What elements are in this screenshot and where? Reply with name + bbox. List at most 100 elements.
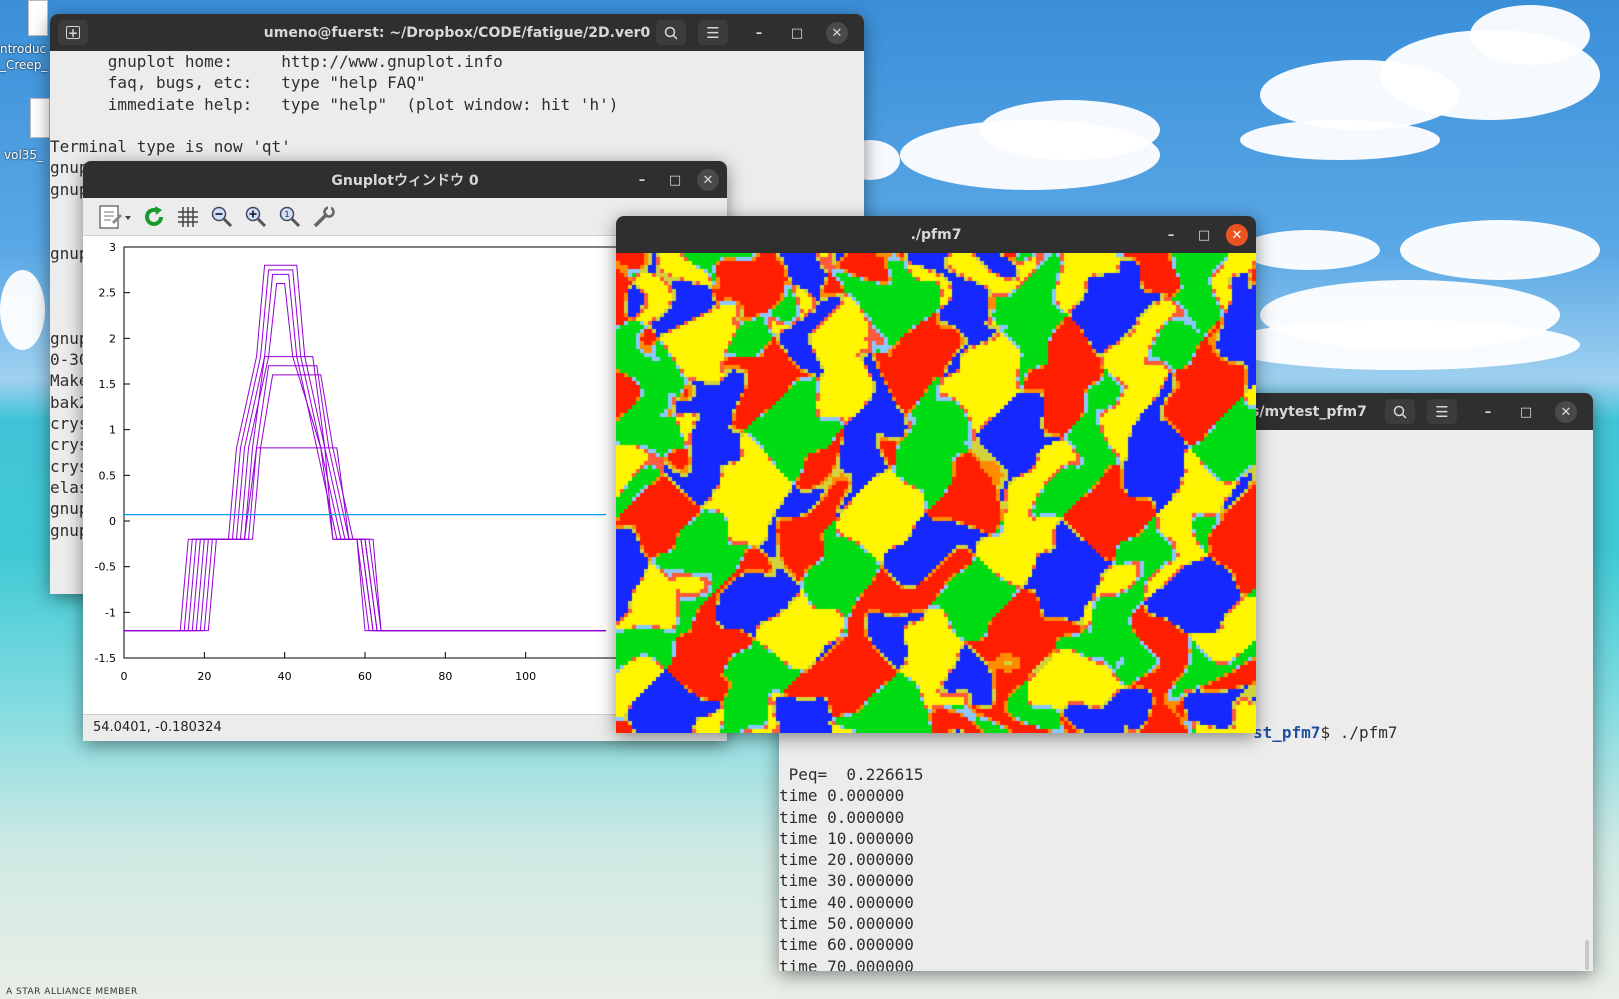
x-tick-label: 80 <box>438 670 452 683</box>
maximize-button[interactable]: □ <box>664 169 686 191</box>
series-line <box>124 273 606 632</box>
desktop-file-label: vol35_ <box>4 148 44 162</box>
desktop-file-icon-2[interactable]: vol35_ <box>0 96 50 164</box>
x-tick-label: 60 <box>358 670 372 683</box>
minimize-icon: – <box>1167 227 1175 243</box>
y-tick-label: 0.5 <box>99 469 117 482</box>
desktop-file-icon-1[interactable]: ntroduc _Creep_ <box>0 0 56 80</box>
minimize-button[interactable]: – <box>631 169 653 191</box>
series-line <box>124 374 606 632</box>
close-button[interactable]: ✕ <box>1226 224 1248 246</box>
y-tick-label: -0.5 <box>95 561 116 574</box>
maximize-button[interactable]: □ <box>786 22 808 44</box>
close-button[interactable]: ✕ <box>1555 401 1577 423</box>
minimize-icon: – <box>638 172 646 188</box>
cursor-coordinates: 54.0401, -0.180324 <box>93 720 222 735</box>
terminal-line: gnuplot home: http://www.gnuplot.info <box>50 52 503 71</box>
y-tick-label: 1 <box>109 424 116 437</box>
terminal-back-titlebar[interactable]: + umeno@fuerst: ~/Dropbox/CODE/fatigue/2… <box>50 14 864 51</box>
prompt-path: st_pfm7 <box>1253 723 1321 742</box>
grid-button[interactable] <box>175 203 201 231</box>
terminal-line: Terminal type is now 'qt' <box>50 137 291 157</box>
document-thumbnail-icon <box>30 98 50 138</box>
terminal-line: time 0.000000 <box>779 807 905 827</box>
minimize-icon: – <box>755 25 763 41</box>
hamburger-menu-icon: ☰ <box>1435 402 1449 421</box>
terminal-line: time 30.000000 <box>779 871 914 891</box>
close-icon: ✕ <box>1560 404 1572 420</box>
pfm7-window[interactable]: ./pfm7 – □ ✕ <box>616 216 1256 733</box>
minimize-button[interactable]: – <box>748 22 770 44</box>
search-button[interactable] <box>1385 399 1415 424</box>
close-button[interactable]: ✕ <box>697 169 719 191</box>
search-icon <box>1393 405 1407 419</box>
minimize-button[interactable]: – <box>1160 224 1182 246</box>
document-thumbnail-icon <box>28 0 48 36</box>
terminal-back-title: umeno@fuerst: ~/Dropbox/CODE/fatigue/2D.… <box>263 24 651 41</box>
replot-icon <box>145 205 163 226</box>
settings-button[interactable] <box>311 203 337 231</box>
autoscale-icon: 1 <box>279 206 301 227</box>
close-icon: ✕ <box>1231 227 1243 243</box>
search-icon <box>664 26 678 40</box>
autoscale-button[interactable]: 1 <box>277 203 303 231</box>
export-icon <box>99 204 131 229</box>
grid-icon <box>178 206 198 227</box>
series-line <box>124 264 606 632</box>
zoom-next-icon <box>245 206 267 227</box>
terminal-line: Peq= 0.226615 <box>779 765 924 784</box>
terminal-front-lines: Peq= 0.226615 time 0.000000 time 0.000000 t… <box>779 764 924 971</box>
terminal-line: time 10.000000 <box>779 828 914 848</box>
zoom-previous-icon <box>211 206 233 227</box>
minimize-icon: – <box>1484 404 1492 420</box>
y-tick-label: -1 <box>105 606 116 619</box>
terminal-prompt-line: st_pfm7$ ./pfm7 <box>1253 722 1398 743</box>
zoom-next-button[interactable] <box>243 203 269 231</box>
terminal-line: immediate help: type "help" (plot window… <box>50 94 619 114</box>
maximize-icon: □ <box>668 172 682 188</box>
terminal-front-title: s/mytest_pfm7 <box>1251 403 1367 420</box>
x-tick-label: 0 <box>121 670 128 683</box>
terminal-line: time 50.000000 <box>779 914 914 934</box>
maximize-icon: □ <box>790 25 804 41</box>
search-button[interactable] <box>656 20 686 45</box>
new-tab-button[interactable]: + <box>58 20 88 45</box>
x-tick-label: 100 <box>515 670 536 683</box>
minimize-button[interactable]: – <box>1477 401 1499 423</box>
x-tick-label: 20 <box>197 670 211 683</box>
maximize-icon: □ <box>1197 227 1211 243</box>
phase-field-visualization[interactable] <box>616 253 1256 733</box>
gnuplot-titlebar[interactable]: Gnuplotウィンドウ 0 – □ ✕ <box>83 161 727 198</box>
y-tick-label: 2.5 <box>99 287 117 300</box>
y-tick-label: 2 <box>109 332 116 345</box>
maximize-button[interactable]: □ <box>1193 224 1215 246</box>
x-tick-label: 40 <box>278 670 292 683</box>
terminal-scrollbar[interactable] <box>1585 940 1589 970</box>
close-icon: ✕ <box>831 25 843 41</box>
terminal-line: time 70.000000 <box>779 956 914 971</box>
hamburger-menu-icon: ☰ <box>706 23 720 42</box>
prompt-command: $ ./pfm7 <box>1320 723 1398 742</box>
desktop-file-label: ntroduc <box>0 42 47 56</box>
replot-button[interactable] <box>141 203 167 231</box>
maximize-button[interactable]: □ <box>1515 401 1537 423</box>
series-line <box>124 365 606 632</box>
maximize-icon: □ <box>1519 404 1533 420</box>
series-line <box>124 269 606 632</box>
terminal-line: time 0.000000 <box>779 786 905 806</box>
desktop-file-label: _Creep_ <box>0 58 48 72</box>
y-tick-label: 1.5 <box>99 378 117 391</box>
menu-button[interactable]: ☰ <box>698 20 728 45</box>
close-button[interactable]: ✕ <box>826 22 848 44</box>
pfm7-titlebar[interactable]: ./pfm7 – □ ✕ <box>616 216 1256 253</box>
terminal-line: time 40.000000 <box>779 892 914 912</box>
y-tick-label: 3 <box>109 241 116 254</box>
export-button[interactable] <box>97 203 133 231</box>
y-tick-label: 0 <box>109 515 116 528</box>
menu-button[interactable]: ☰ <box>1427 399 1457 424</box>
new-tab-icon: + <box>66 25 80 40</box>
y-tick-label: -1.5 <box>95 652 116 665</box>
terminal-line: time 60.000000 <box>779 935 914 955</box>
zoom-previous-button[interactable] <box>209 203 235 231</box>
